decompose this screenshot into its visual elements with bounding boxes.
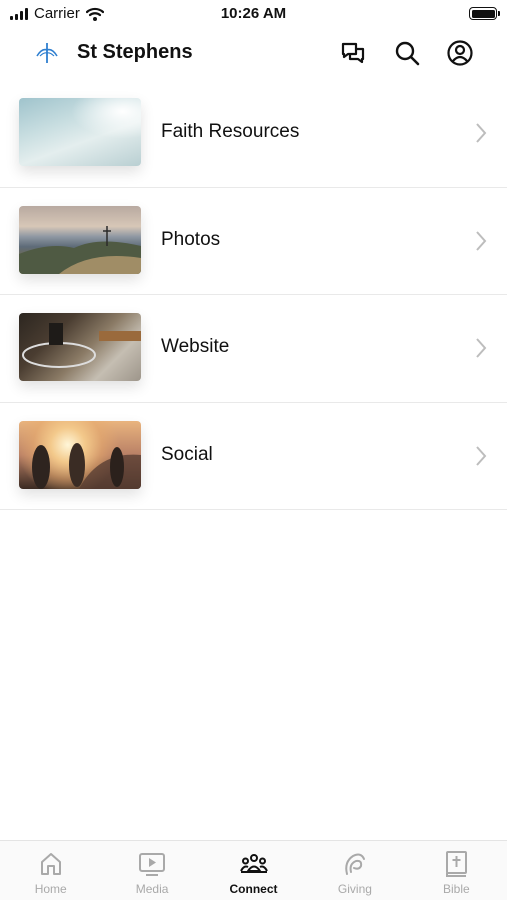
- list-item-website[interactable]: Website: [0, 295, 507, 403]
- mountain-cross-photo: [19, 205, 141, 274]
- signal-icon: [10, 7, 28, 20]
- status-bar: Carrier 10:26 AM: [0, 0, 507, 28]
- tab-label: Connect: [229, 882, 278, 896]
- ocean-waves-photo: [19, 98, 141, 166]
- tab-home[interactable]: Home: [0, 841, 101, 900]
- chat-bubbles-icon[interactable]: [339, 39, 367, 67]
- status-left: Carrier: [10, 5, 104, 22]
- chevron-right-icon: [476, 230, 487, 251]
- list-item-label: Website: [161, 336, 230, 357]
- church-logo-icon: [36, 43, 58, 63]
- people-icon: [239, 854, 268, 873]
- bible-icon: [446, 851, 468, 877]
- tab-label: Home: [34, 882, 67, 896]
- chevron-right-icon: [476, 123, 487, 143]
- home-icon: [40, 853, 61, 875]
- wifi-icon: [85, 7, 104, 21]
- list-item-social[interactable]: Social: [0, 403, 507, 510]
- tab-giving[interactable]: Giving: [304, 841, 405, 900]
- search-icon[interactable]: [393, 39, 421, 67]
- glass-table-interior-photo: [19, 313, 141, 381]
- battery-icon: [469, 7, 500, 20]
- app-title: St Stephens: [77, 41, 193, 63]
- carrier-label: Carrier: [34, 5, 80, 22]
- tab-bible[interactable]: Bible: [406, 841, 507, 900]
- giving-icon: [345, 853, 365, 875]
- play-icon: [139, 853, 166, 876]
- connect-list: Faith Resources Photos Website Social: [0, 80, 507, 510]
- list-item-label: Photos: [161, 228, 221, 250]
- tab-connect[interactable]: Connect: [203, 841, 304, 900]
- list-item-label: Faith Resources: [161, 121, 300, 142]
- people-sunset-photo: [19, 420, 141, 489]
- chevron-right-icon: [476, 338, 487, 358]
- app-header: St Stephens: [0, 28, 507, 80]
- tab-media[interactable]: Media: [101, 841, 202, 900]
- tab-label: Media: [135, 882, 169, 896]
- chevron-right-icon: [476, 445, 487, 466]
- list-item-photos[interactable]: Photos: [0, 188, 507, 295]
- tab-label: Giving: [337, 882, 372, 896]
- tab-bar: Home Media Connect Giving Bible: [0, 840, 507, 900]
- tab-label: Bible: [442, 882, 470, 896]
- list-item-label: Social: [161, 443, 213, 465]
- list-item-faith-resources[interactable]: Faith Resources: [0, 80, 507, 188]
- profile-icon[interactable]: [446, 39, 474, 67]
